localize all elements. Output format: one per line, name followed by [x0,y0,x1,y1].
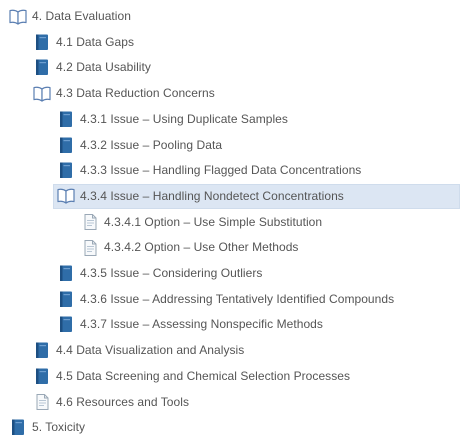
tree-item[interactable]: 4.3.6 Issue – Addressing Tentatively Ide… [53,287,460,312]
book-closed-icon [57,316,75,334]
tree-item[interactable]: 4.3.4 Issue – Handling Nondetect Concent… [53,183,460,209]
book-closed-icon [57,136,75,154]
tree-item-label: 4.1 Data Gaps [56,34,135,49]
tree-item-label: 4.3.4.1 Option – Use Simple Substitution [104,214,323,229]
tree-item-label: 4.4 Data Visualization and Analysis [56,343,245,358]
tree-item-label: 4.3.6 Issue – Addressing Tentatively Ide… [80,291,395,306]
tree-item[interactable]: 4.5 Data Screening and Chemical Selectio… [29,364,461,389]
tree-item[interactable]: 4.3.7 Issue – Assessing Nonspecific Meth… [53,312,460,337]
tree-item-label: 4.3.3 Issue – Handling Flagged Data Conc… [80,163,362,178]
tree-item[interactable]: 4.3.1 Issue – Using Duplicate Samples [53,107,460,132]
tree-item-label: 4.3 Data Reduction Concerns [56,86,215,101]
tree-item-label: 4.6 Resources and Tools [56,394,190,409]
book-closed-icon [57,162,75,180]
tree-item[interactable]: 4.3 Data Reduction Concerns [29,81,461,106]
page-icon [81,213,99,231]
tree-item[interactable]: 4.3.5 Issue – Considering Outliers [53,261,460,286]
tree-item-label: 4. Data Evaluation [32,9,131,23]
book-open-icon [9,8,27,26]
tree-item-label: 4.3.4.2 Option – Use Other Methods [104,240,299,255]
page-icon [81,239,99,257]
toc-tree: 4. Data Evaluation 4.1 Data Gaps 4.2 Data … [0,0,461,440]
tree-item-label: 4.2 Data Usability [56,60,151,75]
book-closed-icon [33,33,51,51]
book-open-icon [57,187,75,205]
book-closed-icon [57,110,75,128]
book-closed-icon [33,59,51,77]
tree-item-label: 4.3.2 Issue – Pooling Data [80,137,223,152]
tree-item[interactable]: 4.2 Data Usability [29,55,461,80]
book-closed-icon [57,265,75,283]
tree-item[interactable]: 4.6 Resources and Tools [29,390,461,415]
book-open-icon [33,85,51,103]
tree-item[interactable]: 4. Data Evaluation [5,4,461,29]
book-closed-icon [33,367,51,385]
tree-item-label: 4.3.5 Issue – Considering Outliers [80,266,263,280]
book-closed-icon [33,342,51,360]
tree-item-label: 4.3.4 Issue – Handling Nondetect Concent… [80,188,344,203]
tree-item-label: 4.3.7 Issue – Assessing Nonspecific Meth… [80,317,323,332]
tree-item[interactable]: 4.3.4.1 Option – Use Simple Substitution [77,210,461,235]
book-closed-icon [57,290,75,308]
tree-item[interactable]: 4.3.4.2 Option – Use Other Methods [77,235,461,260]
tree-item-label: 5. Toxicity [32,420,86,435]
tree-item[interactable]: 4.3.2 Issue – Pooling Data [53,133,460,158]
tree-item[interactable]: 5. Toxicity [5,415,461,440]
book-closed-icon [9,419,27,437]
page-icon [33,393,51,411]
tree-item-label: 4.3.1 Issue – Using Duplicate Samples [80,111,288,126]
tree-item[interactable]: 4.3.3 Issue – Handling Flagged Data Conc… [53,158,460,183]
tree-item[interactable]: 4.1 Data Gaps [29,30,461,55]
tree-item-label: 4.5 Data Screening and Chemical Selectio… [56,368,351,383]
tree-item[interactable]: 4.4 Data Visualization and Analysis [29,338,461,363]
